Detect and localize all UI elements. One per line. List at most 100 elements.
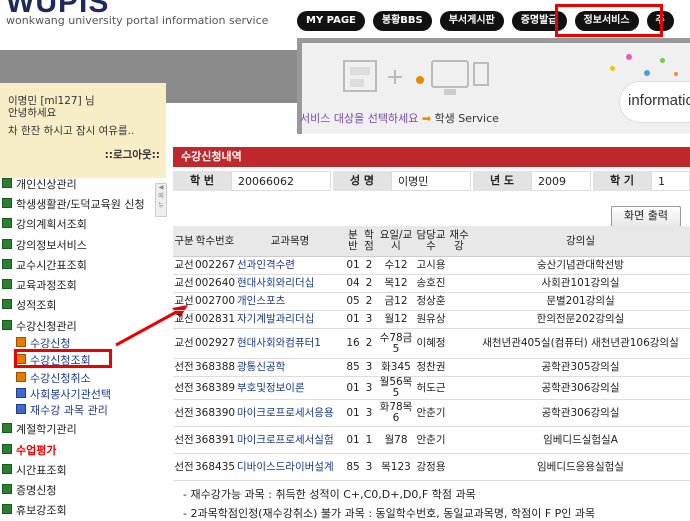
table-cell: 정찬권 [415, 358, 447, 377]
menu-square-icon [2, 239, 12, 249]
table-cell: 3 [361, 358, 377, 377]
menu-square-icon [2, 423, 12, 433]
table-cell: 이혜정 [415, 328, 447, 359]
table-cell: 교선 [173, 256, 195, 275]
sidebar-item-evaluation[interactable]: 수업평가 [2, 442, 56, 458]
table-cell: 85 [345, 453, 361, 481]
course-name-link[interactable]: 개인스포츠 [235, 292, 345, 311]
table-cell: 월78 [377, 426, 415, 454]
sidebar-item-certificate[interactable]: 증명신청 [2, 482, 56, 498]
col-header: 학점 [361, 226, 377, 257]
term-label: 학 기 [593, 171, 651, 191]
sidebar-item-label: 수업평가 [16, 444, 57, 457]
course-name-link[interactable]: 마이크로프로세서응용 [235, 399, 345, 427]
table-row: 선전 368391 마이크로프로세서실험 01 1 월78 안춘기 임베디드실험실A [173, 426, 690, 454]
table-cell: 2 [361, 292, 377, 311]
table-cell: 01 [345, 399, 361, 427]
table-cell: 선전 [173, 399, 195, 427]
registration-table: 구분 학수번호 교과목명 분반 학점 요일/교시 담당교수 재수강 강의실 교선… [173, 226, 690, 481]
sidebar-sub-retake[interactable]: 재수강 과목 관리 [16, 402, 108, 418]
table-cell: 고시용 [415, 256, 447, 275]
classroom-cell: 임베디드실험실A [471, 426, 690, 454]
course-name-link[interactable]: 마이크로프로세서실험 [235, 426, 345, 454]
sidebar-item-label: 계절학기관리 [16, 423, 77, 436]
table-cell: 교선 [173, 310, 195, 329]
year-label: 년 도 [473, 171, 531, 191]
menu-square-icon [2, 320, 12, 330]
retake-cancel-note: - 2과목학점인정(재수강취소) 불가 과목 : 동일학수번호, 동일교과목명,… [183, 507, 596, 520]
table-cell: 04 [345, 274, 361, 293]
sidebar-item-grades[interactable]: 성적조회 [2, 297, 56, 313]
table-cell [447, 453, 471, 481]
classroom-cell: 공학관306강의실 [471, 399, 690, 427]
retake-note: - 재수강가능 과목 : 취득한 성적이 C+,C0,D+,D0,F 학점 과목 [183, 488, 476, 501]
sidebar-item-timetable[interactable]: 시간표조회 [2, 462, 67, 478]
student-info-row: 학 번 20066062 성 명 이명민 년 도 2009 학 기 1 [173, 171, 690, 191]
col-header: 강의실 [471, 226, 690, 257]
table-cell [447, 292, 471, 311]
table-cell: 안춘기 [415, 399, 447, 427]
sidebar-item-lecture-info[interactable]: 강의정보서비스 [2, 237, 87, 253]
table-row: 선전 368435 디바이스드라이버설계 85 3 목123 강정용 임베디드응용실험실 [173, 453, 690, 481]
table-cell [447, 274, 471, 293]
sidebar-item-registration[interactable]: 수강신청관리 [2, 318, 77, 334]
caption-target-link[interactable]: 학생 Service [435, 112, 499, 125]
table-cell: 선전 [173, 358, 195, 377]
sidebar-item-syllabus[interactable]: 강의계획서조회 [2, 216, 87, 232]
nav-bbs[interactable]: 봉황BBS [372, 11, 432, 31]
submenu-highlight-box [14, 349, 112, 368]
nav-dept-board[interactable]: 부서게시판 [439, 11, 504, 31]
table-cell [447, 399, 471, 427]
course-name-link[interactable]: 현대사회와리더십 [235, 274, 345, 293]
table-cell: 2 [361, 256, 377, 275]
course-name-link[interactable]: 광통신공학 [235, 358, 345, 377]
course-name-link[interactable]: 선과인격수련 [235, 256, 345, 275]
sidebar-sub-label: 사회봉사기관선택 [30, 388, 111, 401]
table-cell: 강정용 [415, 453, 447, 481]
sidebar-item-makeup[interactable]: 휴보강조회 [2, 502, 67, 518]
print-screen-button[interactable]: 화면 출력 [611, 206, 681, 227]
table-cell: 월56목5 [377, 376, 415, 400]
col-header: 담당교수 [415, 226, 447, 257]
submenu-square-icon [16, 337, 26, 347]
sidebar-item-label: 교육과정조회 [16, 279, 77, 292]
sidebar-collapse-tab[interactable]: ◀ 메뉴 [155, 183, 167, 217]
submenu-square-icon [16, 388, 26, 398]
classroom-cell: 한의전문202강의실 [471, 310, 690, 329]
sidebar-item-curriculum[interactable]: 교육과정조회 [2, 277, 77, 293]
sidebar-item-personal[interactable]: 개인신상관리 [2, 176, 77, 192]
sidebar-item-label: 수강신청관리 [16, 320, 77, 333]
sidebar-sub-volunteer[interactable]: 사회봉사기관선택 [16, 386, 111, 402]
classroom-cell: 공학관305강의실 [471, 358, 690, 377]
sidebar-item-label: 학생생활관/도덕교육원 신청 [16, 198, 145, 211]
name-label: 성 명 [333, 171, 391, 191]
sidebar-item-seasonal[interactable]: 계절학기관리 [2, 421, 77, 437]
table-cell: 송호진 [415, 274, 447, 293]
sidebar-item-professor-timetable[interactable]: 교수시간표조회 [2, 257, 87, 273]
logout-link[interactable]: ::로그아웃:: [105, 147, 160, 162]
table-row: 교선 002640 현대사회와리더십 04 2 목12 송호진 사회관101강의실 [173, 274, 690, 293]
classroom-cell: 공학관306강의실 [471, 376, 690, 400]
table-cell: 002267 [195, 256, 235, 275]
sidebar-sub-cancel[interactable]: 수강신청취소 [16, 370, 91, 386]
table-cell: 002700 [195, 292, 235, 311]
course-name-link[interactable]: 현대사회와컴퓨터1 [235, 328, 345, 359]
sidebar-item-dormitory[interactable]: 학생생활관/도덕교육원 신청 [2, 196, 145, 212]
menu-square-icon [2, 198, 12, 208]
table-cell: 선전 [173, 376, 195, 400]
nav-my-page[interactable]: MY PAGE [297, 11, 365, 31]
table-cell: 목12 [377, 274, 415, 293]
table-cell: 교선 [173, 328, 195, 359]
table-cell: 2 [361, 328, 377, 359]
table-cell: 3 [361, 376, 377, 400]
course-name-link[interactable]: 자기계발과리더십 [235, 310, 345, 329]
table-cell: 수12 [377, 256, 415, 275]
table-cell: 허도근 [415, 376, 447, 400]
course-name-link[interactable]: 부호및정보이론 [235, 376, 345, 400]
course-name-link[interactable]: 디바이스드라이버설계 [235, 453, 345, 481]
portal-subtitle: wonkwang university portal information s… [6, 14, 269, 27]
table-cell: 01 [345, 310, 361, 329]
sidebar-item-label: 증명신청 [16, 484, 57, 497]
table-cell: 01 [345, 376, 361, 400]
caption-prefix: 서비스 대상을 선택하세요 [300, 112, 419, 125]
